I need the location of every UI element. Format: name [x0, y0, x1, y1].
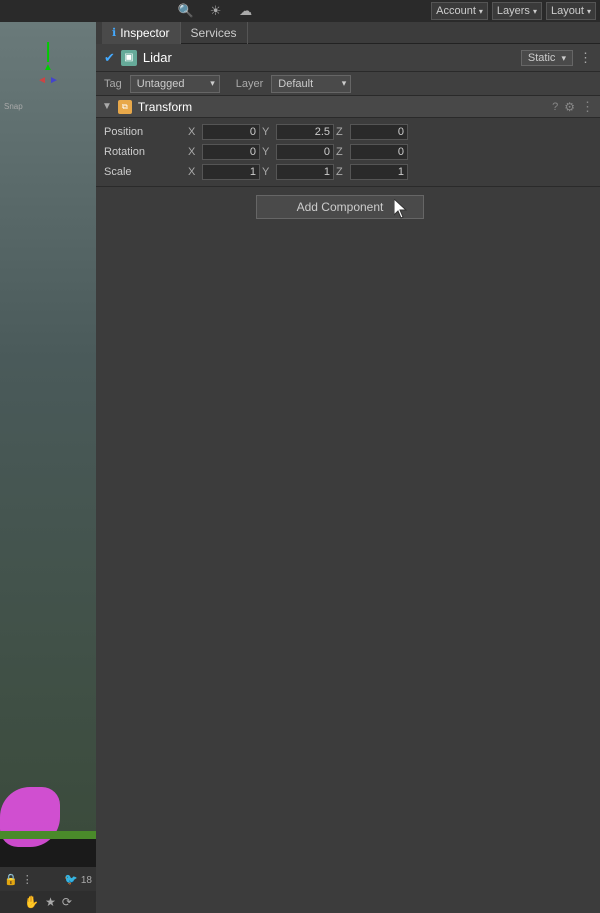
- transform-toggle[interactable]: ▼: [102, 101, 112, 112]
- scene-tools: ✋ ★ ⟳: [0, 891, 96, 913]
- transform-label: Transform: [138, 100, 546, 114]
- main-area: ▲ ◄ ► Snap 🔒 ⋮ 🐦: [0, 22, 600, 913]
- tab-inspector[interactable]: ℹ Inspector: [102, 22, 181, 44]
- transform-menu-icon[interactable]: ⋮: [581, 99, 594, 115]
- scale-xyz: X Y Z: [188, 164, 592, 180]
- hand-icon[interactable]: ✋: [24, 895, 39, 909]
- layers-arrow: ▾: [533, 7, 537, 16]
- add-component-button[interactable]: Add Component: [256, 195, 425, 219]
- scene-panel: ▲ ◄ ► Snap 🔒 ⋮ 🐦: [0, 22, 96, 913]
- scale-z-label: Z: [336, 166, 348, 178]
- rotation-z-input[interactable]: [350, 144, 408, 160]
- tag-value: Untagged: [137, 78, 185, 90]
- scene-count: 🐦 18: [64, 873, 92, 886]
- rotation-x-label: X: [188, 146, 200, 158]
- transform-help-icon[interactable]: ?: [552, 101, 558, 113]
- account-label: Account: [436, 5, 476, 17]
- account-arrow: ▾: [479, 7, 483, 16]
- object-header: ✔ ▣ Lidar Static ▾ ⋮: [96, 44, 600, 72]
- object-name[interactable]: Lidar: [143, 50, 515, 65]
- top-bar: 🔍 ☀ ☁ Account ▾ Layers ▾ Layout ▾: [0, 0, 600, 22]
- scene-background: ▲ ◄ ► Snap: [0, 22, 96, 867]
- transform-component-header: ▼ ⧉ Transform ? ⚙ ⋮: [96, 96, 600, 118]
- position-y-label: Y: [262, 126, 274, 138]
- layer-label: Layer: [236, 78, 264, 90]
- top-bar-center-icons: 🔍 ☀ ☁: [4, 0, 427, 22]
- menu-dots-icon[interactable]: ⋮: [22, 873, 33, 886]
- scale-label: Scale: [104, 166, 184, 178]
- rotation-x-input[interactable]: [202, 144, 260, 160]
- static-arrow: ▾: [561, 53, 566, 63]
- tag-label: Tag: [104, 78, 122, 90]
- layers-dropdown[interactable]: Layers ▾: [492, 2, 542, 20]
- inspector-icon: ℹ: [112, 26, 116, 39]
- move-icon[interactable]: ⟳: [62, 895, 72, 909]
- position-row: Position X Y Z: [96, 122, 600, 142]
- star-icon[interactable]: ★: [45, 895, 56, 909]
- axis-gizmo: ▲ ◄ ►: [37, 42, 59, 86]
- scene-viewport[interactable]: ▲ ◄ ► Snap: [0, 22, 96, 867]
- position-xyz: X Y Z: [188, 124, 592, 140]
- active-checkbox[interactable]: ✔: [104, 50, 115, 66]
- tag-layer-row: Tag Untagged Layer Default: [96, 72, 600, 96]
- rotation-label: Rotation: [104, 146, 184, 158]
- scale-y-input[interactable]: [276, 164, 334, 180]
- layer-value: Default: [278, 78, 313, 90]
- rotation-y-input[interactable]: [276, 144, 334, 160]
- account-dropdown[interactable]: Account ▾: [431, 2, 488, 20]
- position-label: Position: [104, 126, 184, 138]
- sun-icon[interactable]: ☀: [205, 0, 227, 22]
- inspector-tab-label: Inspector: [120, 26, 169, 40]
- position-z-label: Z: [336, 126, 348, 138]
- rotation-xyz: X Y Z: [188, 144, 592, 160]
- scale-x-label: X: [188, 166, 200, 178]
- tab-services[interactable]: Services: [181, 22, 248, 44]
- scene-bottom-bar: 🔒 ⋮ 🐦 18: [0, 867, 96, 891]
- position-x-input[interactable]: [202, 124, 260, 140]
- layer-dropdown[interactable]: Default: [271, 75, 351, 93]
- position-z-input[interactable]: [350, 124, 408, 140]
- object-icon: ▣: [121, 50, 137, 66]
- object-menu-icon[interactable]: ⋮: [579, 50, 592, 66]
- scale-row: Scale X Y Z: [96, 162, 600, 182]
- inspector-empty-space: [96, 227, 600, 913]
- position-x-label: X: [188, 126, 200, 138]
- add-component-row: Add Component: [96, 187, 600, 227]
- lock-icon[interactable]: 🔒: [4, 873, 18, 886]
- transform-fields: Position X Y Z Rotation X Y: [96, 118, 600, 187]
- rotation-y-label: Y: [262, 146, 274, 158]
- static-label: Static: [528, 52, 556, 64]
- scale-x-input[interactable]: [202, 164, 260, 180]
- layers-label: Layers: [497, 5, 530, 17]
- layout-label: Layout: [551, 5, 584, 17]
- rotation-row: Rotation X Y Z: [96, 142, 600, 162]
- grass-strip: [0, 831, 96, 839]
- rotation-z-label: Z: [336, 146, 348, 158]
- layout-arrow: ▾: [587, 7, 591, 16]
- services-tab-label: Services: [191, 26, 237, 40]
- tag-dropdown[interactable]: Untagged: [130, 75, 220, 93]
- position-y-input[interactable]: [276, 124, 334, 140]
- transform-settings-icon[interactable]: ⚙: [564, 100, 575, 114]
- snap-label: Snap: [4, 102, 23, 111]
- static-badge[interactable]: Static ▾: [521, 50, 573, 66]
- cloud-icon[interactable]: ☁: [235, 0, 257, 22]
- inspector-side: ℹ Inspector Services 🔒 ⋮ ✔ ▣ Lidar Stati…: [96, 22, 600, 913]
- layout-dropdown[interactable]: Layout ▾: [546, 2, 596, 20]
- scale-z-input[interactable]: [350, 164, 408, 180]
- transform-icon: ⧉: [118, 100, 132, 114]
- tabs-row: ℹ Inspector Services 🔒 ⋮: [96, 22, 600, 44]
- scale-y-label: Y: [262, 166, 274, 178]
- search-icon[interactable]: 🔍: [175, 0, 197, 22]
